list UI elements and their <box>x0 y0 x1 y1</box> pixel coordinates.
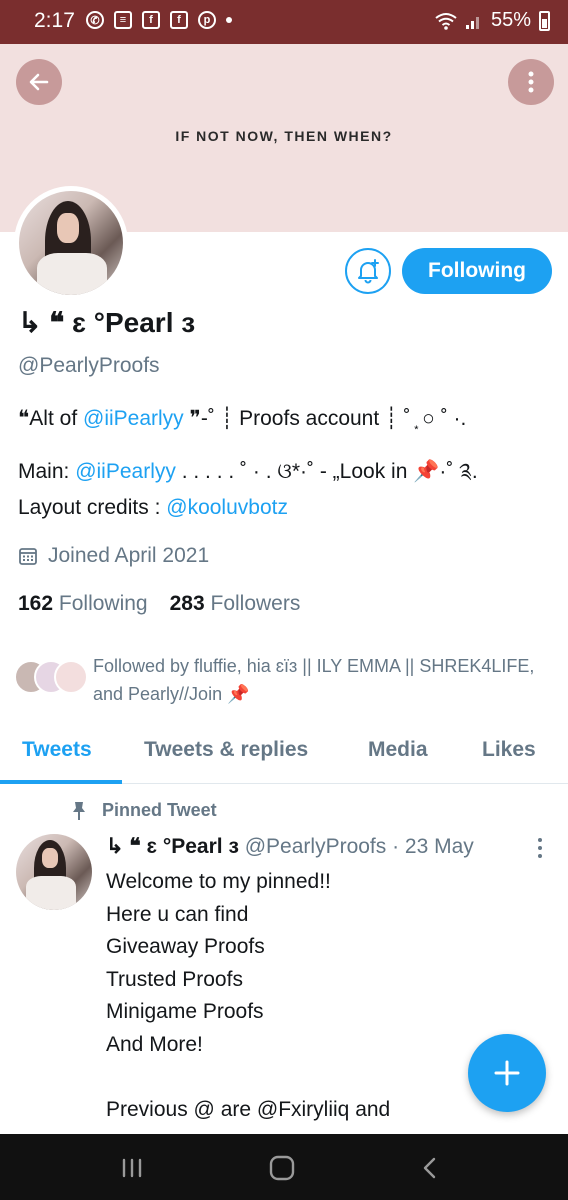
active-tab-indicator <box>0 780 122 784</box>
followers-stat[interactable]: 283 Followers <box>170 592 301 616</box>
following-button[interactable]: Following <box>402 248 552 294</box>
whatsapp-icon: ✆ <box>86 11 104 29</box>
notification-icons: ✆ ≡ f f p <box>86 11 232 29</box>
pinterest-icon: p <box>198 11 216 29</box>
bell-plus-icon <box>358 259 379 284</box>
followers-label: Followers <box>210 592 301 615</box>
followed-by-text: Followed by fluffie, hia ɛïɜ || ILY EMMA… <box>93 656 535 704</box>
pinned-label-text: Pinned Tweet <box>102 800 217 820</box>
signal-icon <box>465 16 479 29</box>
home-button[interactable] <box>266 1154 298 1182</box>
recent-apps-button[interactable] <box>116 1154 148 1182</box>
bio-mention-link[interactable]: @iiPearlyy <box>83 407 184 430</box>
more-vertical-icon <box>528 71 534 93</box>
joined-text: Joined April 2021 <box>48 544 210 567</box>
following-stat[interactable]: 162 Following <box>18 592 148 616</box>
tab-tweets-replies[interactable]: Tweets & replies <box>144 738 308 762</box>
more-options-button[interactable] <box>508 59 554 105</box>
followers-count: 283 <box>169 592 205 615</box>
bio-line-1: ❝Alt of @iiPearlyy ❞-˚ ┊ Proofs account … <box>18 406 558 431</box>
pinned-tweet-label: Pinned Tweet <box>70 800 217 821</box>
display-name: ↳ ❝ ɛ °Pearl ɜ <box>18 307 196 338</box>
back-button[interactable] <box>16 59 62 105</box>
followed-by-row[interactable]: Followed by fluffie, hia ɛïɜ || ILY EMMA… <box>14 650 554 710</box>
wifi-icon <box>435 12 457 30</box>
user-handle: @PearlyProofs <box>18 354 160 377</box>
avatar-image <box>19 191 123 295</box>
tweet-author-avatar[interactable] <box>16 834 92 910</box>
recent-apps-icon <box>122 1158 142 1178</box>
bio-text: ❝Alt of <box>18 407 83 430</box>
tab-tweets[interactable]: Tweets <box>22 738 92 762</box>
joined-date: Joined April 2021 <box>18 544 209 568</box>
tab-media[interactable]: Media <box>368 738 428 762</box>
following-label: Following <box>58 592 148 615</box>
status-time: 2:17 <box>34 9 75 32</box>
profile-avatar[interactable] <box>14 186 128 300</box>
chevron-left-icon <box>423 1157 436 1179</box>
tweet-author-meta: @PearlyProofs · 23 May <box>238 835 474 858</box>
follow-stats: 162 Following 283 Followers <box>18 592 300 616</box>
bio-text: Main: <box>18 460 76 483</box>
system-icons: 55% <box>435 9 550 32</box>
system-nav-bar <box>0 1134 568 1200</box>
tweet-header: ↳ ❝ ɛ °Pearl ɜ @PearlyProofs · 23 May <box>106 834 474 859</box>
followed-by-avatars <box>14 660 90 696</box>
home-icon <box>269 1155 295 1181</box>
back-nav-button[interactable] <box>414 1154 446 1182</box>
bio-mention-link[interactable]: @iiPearlyy <box>75 460 176 483</box>
avatar <box>54 660 88 694</box>
dot-icon <box>226 17 232 23</box>
facebook-icon: f <box>142 11 160 29</box>
calendar-icon <box>19 548 37 565</box>
bio-line-3: Layout credits : @kooluvbotz <box>18 496 558 520</box>
battery-icon <box>539 10 550 31</box>
plus-icon <box>494 1060 520 1086</box>
notifications-button[interactable] <box>345 248 391 294</box>
following-count: 162 <box>18 592 54 615</box>
pin-icon <box>73 801 85 820</box>
message-icon: ≡ <box>114 11 132 29</box>
arrow-left-icon <box>29 73 49 91</box>
bio-text: Layout credits : <box>18 496 167 519</box>
status-bar: 2:17 ✆ ≡ f f p 55% <box>0 0 568 44</box>
tweet-more-options-icon[interactable] <box>532 836 548 860</box>
bio-text: . . . . . ˚ · . ଓ*·˚ - „Look in 📌·˚ ༉. <box>175 460 478 483</box>
profile-tabs: Tweets Tweets & replies Media Likes <box>0 722 568 784</box>
bio-mention-link[interactable]: @kooluvbotz <box>166 496 288 519</box>
banner-text: IF NOT NOW, THEN WHEN? <box>175 128 393 144</box>
tweet-author-name[interactable]: ↳ ❝ ɛ °Pearl ɜ <box>106 835 239 858</box>
tab-likes[interactable]: Likes <box>482 738 536 762</box>
facebook-icon: f <box>170 11 188 29</box>
compose-tweet-button[interactable] <box>468 1034 546 1112</box>
bio-text: ❞-˚ ┊ Proofs account ┊ ˚ ͙ ○ ˚ ·. <box>183 407 467 430</box>
battery-percent: 55% <box>490 9 531 31</box>
